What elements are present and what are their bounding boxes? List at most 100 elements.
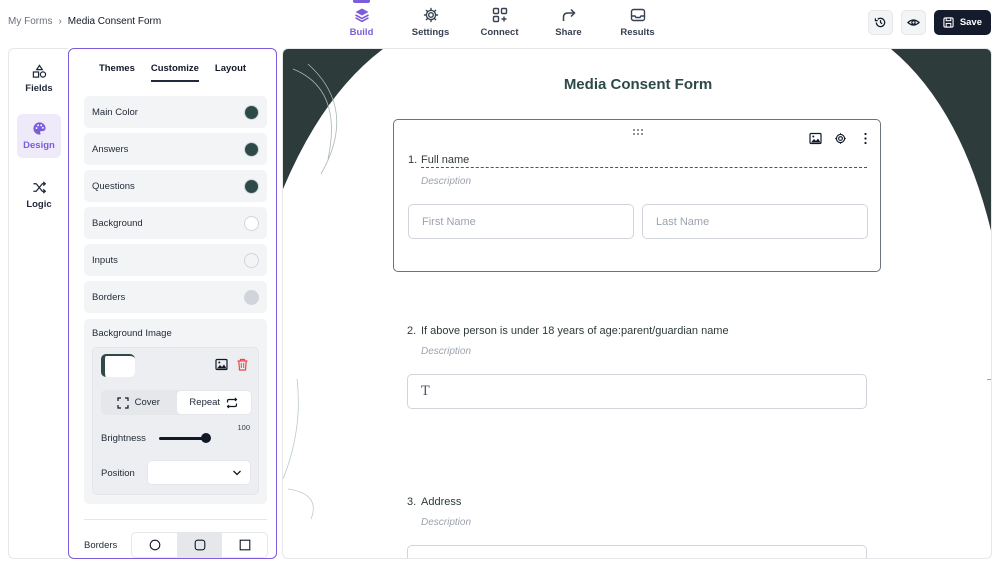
brightness-value: 100 xyxy=(237,423,250,432)
nav-results-label: Results xyxy=(620,27,655,38)
question-number: 2. xyxy=(407,325,417,337)
guardian-name-field[interactable]: T xyxy=(407,374,867,409)
save-button[interactable]: Save xyxy=(933,10,991,35)
canvas-edge-marker xyxy=(987,379,991,380)
background-image-controls: Cover Repeat 100 Brightness Position xyxy=(92,347,259,495)
setting-background[interactable]: Background xyxy=(84,207,267,239)
color-swatch[interactable] xyxy=(244,289,259,305)
background-image-thumbnail[interactable] xyxy=(101,354,135,377)
drag-handle-icon[interactable] xyxy=(632,128,644,136)
form-canvas: Media Consent Form 1. Full name Descript… xyxy=(282,48,992,559)
breadcrumb-current: Media Consent Form xyxy=(67,16,162,27)
tab-themes[interactable]: Themes xyxy=(99,63,135,82)
rail-fields[interactable]: Fields xyxy=(17,57,61,101)
brightness-slider-handle[interactable] xyxy=(201,433,211,443)
top-bar: My Forms › Media Consent Form Build Sett… xyxy=(0,0,1000,46)
nav-results[interactable]: Results xyxy=(603,0,672,46)
chevron-down-icon xyxy=(233,470,241,476)
last-name-placeholder: Last Name xyxy=(656,215,710,228)
image-fit-toggle: Cover Repeat xyxy=(101,390,252,415)
setting-answers-label: Answers xyxy=(92,143,129,155)
question-title[interactable]: Address xyxy=(421,496,461,508)
border-style-label: Borders xyxy=(84,540,118,551)
brightness-slider-track[interactable] xyxy=(159,437,206,440)
question-title[interactable]: Full name xyxy=(421,154,867,168)
shuffle-icon xyxy=(32,181,46,194)
last-name-field[interactable]: Last Name xyxy=(642,204,868,239)
text-type-icon: T xyxy=(421,384,430,399)
breadcrumb-separator: › xyxy=(58,16,62,27)
panel-tabs: Themes Customize Layout xyxy=(69,63,276,82)
question-description[interactable]: Description xyxy=(421,517,471,528)
form-title: Media Consent Form xyxy=(563,76,713,93)
color-swatch[interactable] xyxy=(244,252,259,268)
eye-icon xyxy=(906,19,920,26)
setting-questions[interactable]: Questions xyxy=(84,170,267,202)
more-vertical-icon[interactable] xyxy=(859,132,872,145)
nav-share[interactable]: Share xyxy=(534,0,603,46)
breadcrumb-my-forms-link[interactable]: My Forms xyxy=(8,16,52,27)
top-nav: Build Settings Connect Share Results xyxy=(327,0,672,46)
nav-connect[interactable]: Connect xyxy=(465,0,534,46)
preview-button[interactable] xyxy=(900,10,926,35)
border-round-option[interactable] xyxy=(132,533,177,557)
palette-icon xyxy=(32,122,46,135)
trash-icon[interactable] xyxy=(236,358,249,371)
gear-icon[interactable] xyxy=(834,132,847,145)
gear-icon xyxy=(423,7,438,23)
tab-layout[interactable]: Layout xyxy=(215,63,246,82)
question-number: 1. xyxy=(408,154,418,166)
color-swatch[interactable] xyxy=(244,178,259,194)
cover-label: Cover xyxy=(134,397,160,408)
question-description[interactable]: Description xyxy=(421,346,471,357)
rail-logic[interactable]: Logic xyxy=(17,173,61,217)
tab-customize[interactable]: Customize xyxy=(150,63,199,82)
setting-borders-label: Borders xyxy=(92,291,126,303)
repeat-option[interactable]: Repeat xyxy=(176,391,251,414)
nav-settings[interactable]: Settings xyxy=(396,0,465,46)
border-rounded-option[interactable] xyxy=(177,533,222,557)
brightness-label: Brightness xyxy=(101,433,146,444)
setting-main-color-label: Main Color xyxy=(92,106,138,118)
color-swatch[interactable] xyxy=(244,141,259,157)
setting-inputs[interactable]: Inputs xyxy=(84,244,267,276)
repeat-icon xyxy=(226,397,238,408)
inbox-icon xyxy=(630,8,645,22)
border-style-options xyxy=(131,532,268,558)
nav-build[interactable]: Build xyxy=(327,0,396,46)
setting-inputs-label: Inputs xyxy=(92,254,118,266)
address-field[interactable] xyxy=(407,545,867,558)
circle-icon xyxy=(149,539,160,551)
rounded-square-icon xyxy=(194,539,205,551)
question-title[interactable]: If above person is under 18 years of age… xyxy=(421,325,729,337)
connect-icon xyxy=(492,7,507,23)
position-select[interactable] xyxy=(147,460,251,485)
top-actions: Save xyxy=(867,10,991,35)
question-actions xyxy=(809,132,872,145)
rail-design-label: Design xyxy=(23,140,55,151)
rail-design[interactable]: Design xyxy=(17,114,61,158)
border-square-option[interactable] xyxy=(222,533,267,557)
history-button[interactable] xyxy=(867,10,893,35)
design-panel: Themes Customize Layout Main Color Answe… xyxy=(68,48,277,559)
image-icon[interactable] xyxy=(215,358,228,371)
setting-borders[interactable]: Borders xyxy=(84,281,267,313)
question-number: 3. xyxy=(407,496,417,508)
nav-share-label: Share xyxy=(555,27,582,38)
first-name-placeholder: First Name xyxy=(422,215,476,228)
setting-background-label: Background xyxy=(92,217,143,229)
question-card-selected[interactable]: 1. Full name Description First Name Last… xyxy=(393,119,881,272)
nav-connect-label: Connect xyxy=(480,27,519,38)
color-swatch[interactable] xyxy=(244,215,259,231)
position-label: Position xyxy=(101,468,135,479)
first-name-field[interactable]: First Name xyxy=(408,204,634,239)
rail-fields-label: Fields xyxy=(25,83,53,94)
repeat-label: Repeat xyxy=(189,397,221,408)
setting-main-color[interactable]: Main Color xyxy=(84,96,267,128)
cover-option[interactable]: Cover xyxy=(101,390,176,415)
setting-answers[interactable]: Answers xyxy=(84,133,267,165)
image-icon[interactable] xyxy=(809,132,822,145)
color-swatch[interactable] xyxy=(244,104,259,120)
question-description[interactable]: Description xyxy=(421,176,471,187)
background-image-card: Background Image Cover Repeat 100 Bright… xyxy=(84,319,267,504)
